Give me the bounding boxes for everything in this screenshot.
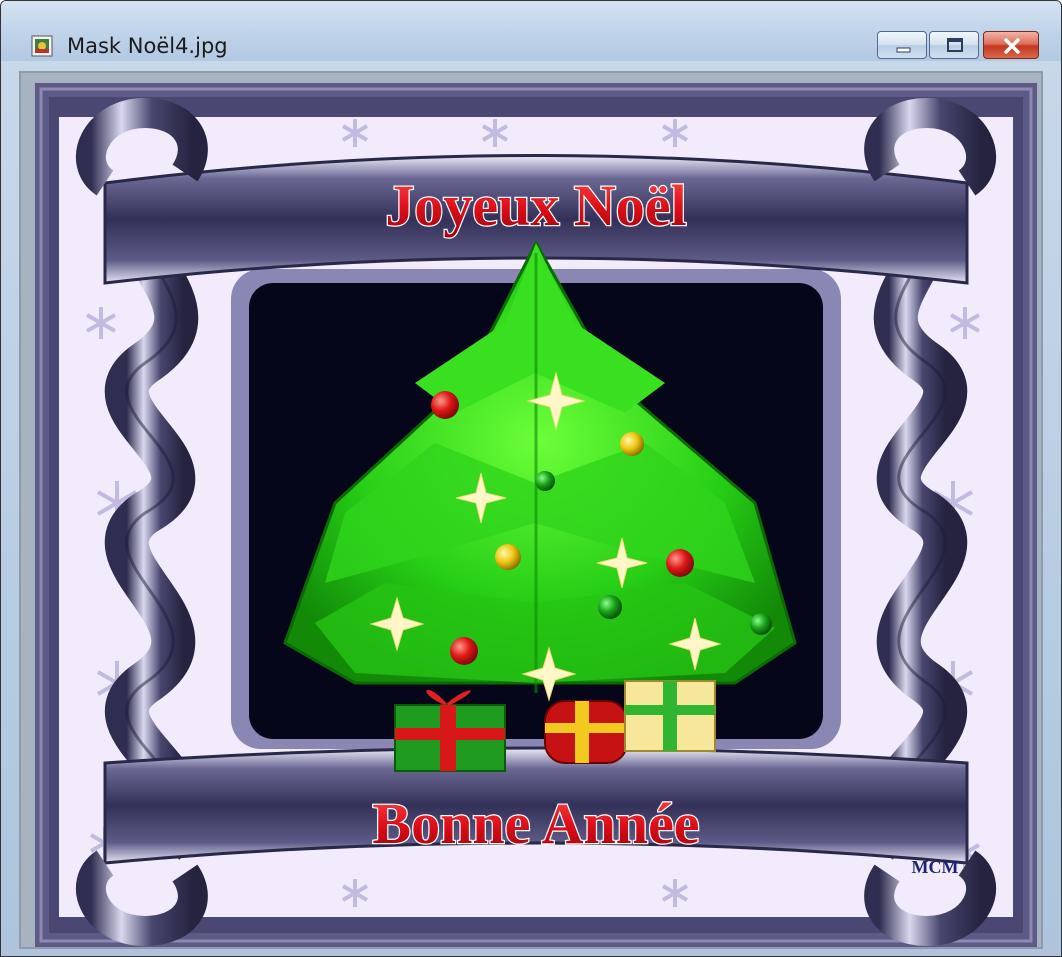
title-bar[interactable]: Mask Noël4.jpg [1,1,1061,61]
red-gift-box [544,700,628,764]
close-icon [1004,38,1020,54]
greeting-top: Joyeux Noël [385,173,686,238]
christmas-card-image: Joyeux Noël Bonne Année MCM [35,83,1037,947]
close-button[interactable] [983,31,1039,59]
image-viewer-window: Mask Noël4.jpg Joyeux Noël Bonne Année M… [0,0,1062,957]
minimize-button[interactable] [877,31,927,59]
minimize-icon [896,47,911,53]
window-title: Mask Noël4.jpg [67,34,228,58]
image-file-icon [31,35,53,57]
greeting-bottom: Bonne Année [372,791,699,856]
maximize-button[interactable] [929,31,979,59]
maximize-icon [947,38,963,52]
artist-signature: MCM [912,857,959,877]
yellow-gift-box [624,680,716,752]
